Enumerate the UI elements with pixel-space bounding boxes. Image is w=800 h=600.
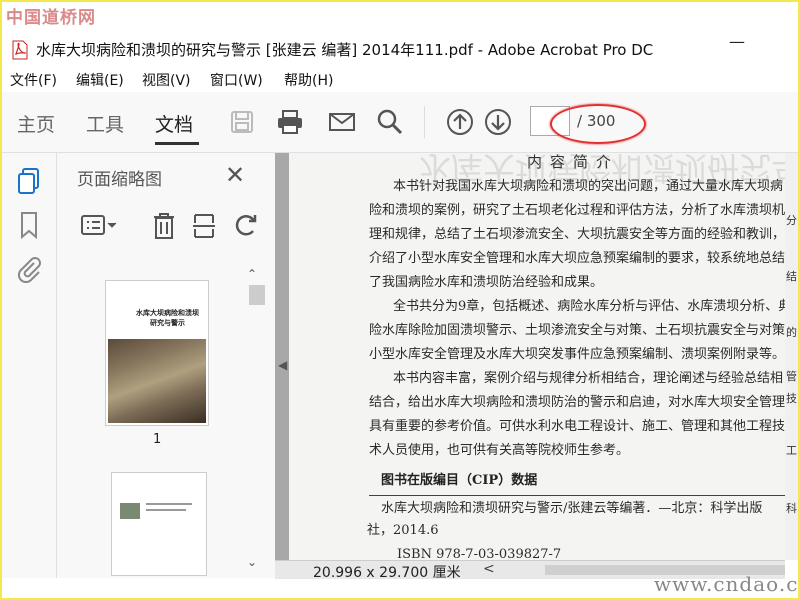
- cip-heading: 图书在版编目（CIP）数据: [381, 473, 538, 488]
- scroll-down-icon[interactable]: ⌄: [247, 555, 257, 569]
- menu-view[interactable]: 视图(V): [142, 70, 191, 90]
- close-panel-button[interactable]: ✕: [225, 161, 245, 189]
- tab-document[interactable]: 文档: [155, 110, 193, 137]
- active-tab-indicator: [155, 142, 199, 145]
- scroll-left-button[interactable]: <: [483, 561, 495, 577]
- navigation-rail: [2, 153, 57, 578]
- extract-pages-icon[interactable]: [191, 211, 217, 241]
- paragraph-line: 险水库除险加固溃坝警示、土坝渗流安全与对策、土石坝抗震安全与对策、: [369, 323, 785, 338]
- next-page-icon[interactable]: [484, 108, 512, 136]
- bookmark-icon[interactable]: [18, 211, 40, 239]
- collapse-panel-arrow[interactable]: ◀: [278, 358, 287, 372]
- divider-line: [369, 495, 785, 496]
- edge-char: 分: [786, 214, 797, 227]
- annotation-ellipse: [550, 104, 646, 144]
- rotate-icon[interactable]: [231, 211, 261, 241]
- edge-char: 技: [786, 392, 797, 405]
- attachment-icon[interactable]: [16, 255, 42, 283]
- edge-char: 的: [786, 326, 797, 339]
- panel-title: 页面缩略图: [77, 170, 162, 190]
- window-title: 水库大坝病险和溃坝的研究与警示 [张建云 编著] 2014年111.pdf - …: [36, 41, 654, 59]
- cover-title: 水库大坝病险和溃坝 研究与警示: [136, 309, 199, 327]
- previous-page-icon[interactable]: [446, 108, 474, 136]
- pdf-page: 水库大坝病险和溃坝研究与警示 内容简介 本书针对我国水库大坝病险和溃坝的突出问题…: [289, 153, 785, 560]
- paragraph-line: 本书针对我国水库大坝病险和溃坝的突出问题，通过大量水库大坝病: [393, 179, 784, 194]
- cip-line: 社，2014.6: [367, 523, 439, 538]
- document-view: ◀ 水库大坝病险和溃坝研究与警示 内容简介 本书针对我国水库大坝病险和溃坝的突出…: [275, 153, 785, 560]
- edge-char: 科: [786, 502, 797, 515]
- paragraph-line: 了我国病险水库和溃坝防治经验和成果。: [369, 275, 604, 290]
- title-bar: 水库大坝病险和溃坝的研究与警示 [张建云 编著] 2014年111.pdf - …: [2, 32, 798, 66]
- page-thumbnails-icon[interactable]: [16, 167, 42, 195]
- thumbnail-label: 1: [153, 432, 162, 447]
- cover-photo: [108, 339, 206, 423]
- tab-home[interactable]: 主页: [17, 110, 55, 137]
- edge-char: 结: [786, 270, 797, 283]
- search-icon[interactable]: [376, 108, 404, 136]
- site-watermark-top: 中国道桥网: [6, 8, 96, 28]
- paragraph-line: 具有重要的参考价值。可供水利水电工程设计、施工、管理和其他工程技: [369, 419, 785, 434]
- thumbnail-panel: 页面缩略图 ✕ ⌃ ⌄ 水库大坝病险和溃坝 研究与警示 1: [57, 153, 276, 578]
- page-thumbnail-2[interactable]: [111, 472, 207, 576]
- options-menu-icon[interactable]: [79, 211, 119, 241]
- print-icon[interactable]: [276, 108, 304, 136]
- paragraph-line: 术人员使用，也可供有关高等院校师生参考。: [369, 443, 630, 458]
- panel-scrollbar-thumb[interactable]: [249, 285, 265, 305]
- paragraph-line: 结合，给出水库大坝病险和溃坝防治的警示和启迪，对水库大坝安全管理: [369, 395, 785, 410]
- menu-file[interactable]: 文件(F): [10, 70, 57, 90]
- menu-window[interactable]: 窗口(W): [210, 70, 263, 90]
- page-dimensions: 20.996 x 29.700 厘米: [313, 565, 461, 581]
- menu-help[interactable]: 帮助(H): [284, 70, 333, 90]
- pdf-app-icon: [12, 40, 28, 60]
- cip-line: 水库大坝病险和溃坝研究与警示/张建云等编著．—北京：科学出版: [381, 501, 763, 516]
- screen-frame: 中国道桥网 水库大坝病险和溃坝的研究与警示 [张建云 编著] 2014年111.…: [2, 2, 798, 598]
- menu-bar: 文件(F) 编辑(E) 视图(V) 窗口(W) 帮助(H): [2, 66, 798, 92]
- save-icon[interactable]: [228, 108, 256, 136]
- scroll-up-icon[interactable]: ⌃: [247, 267, 257, 281]
- thumb2-text: [146, 509, 186, 511]
- paragraph-line: 介绍了小型水库安全管理和水库大坝应急预案编制的要求，较系统地总结: [369, 251, 785, 266]
- section-title: 内容简介: [527, 153, 620, 171]
- paragraph-line: 险和溃坝的案例，研究了土石坝老化过程和评估方法，分析了水库溃坝机: [369, 203, 785, 218]
- edge-char: 管: [786, 370, 797, 383]
- paragraph-line: 理和规律，总结了土石坝渗流安全、大坝抗震安全等方面的经验和教训，: [369, 227, 785, 242]
- paragraph-line: 小型水库安全管理及水库大坝突发事件应急预案编制、溃坝案例附录等。: [369, 347, 785, 362]
- paragraph-line: 全书共分为9章，包括概述、病险水库分析与评估、水库溃坝分析、典: [393, 299, 785, 314]
- email-icon[interactable]: [328, 108, 356, 136]
- site-watermark-bottom: www.cndao.com: [654, 572, 798, 596]
- menu-edit[interactable]: 编辑(E): [76, 70, 124, 90]
- thumb2-image: [120, 503, 140, 519]
- toolbar: 主页 工具 文档 / 300: [2, 92, 798, 153]
- minimize-button[interactable]: —: [729, 32, 745, 51]
- edge-char: 工: [786, 444, 797, 457]
- tab-tools[interactable]: 工具: [86, 110, 124, 137]
- thumb2-text: [146, 503, 192, 505]
- delete-icon[interactable]: [151, 211, 177, 241]
- page-thumbnail-1[interactable]: 水库大坝病险和溃坝 研究与警示: [105, 280, 209, 426]
- cip-line: ISBN 978-7-03-039827-7: [397, 547, 562, 560]
- paragraph-line: 本书内容丰富，案例介绍与规律分析相结合，理论阐述与经验总结相: [393, 371, 784, 386]
- toolbar-divider: [424, 106, 425, 138]
